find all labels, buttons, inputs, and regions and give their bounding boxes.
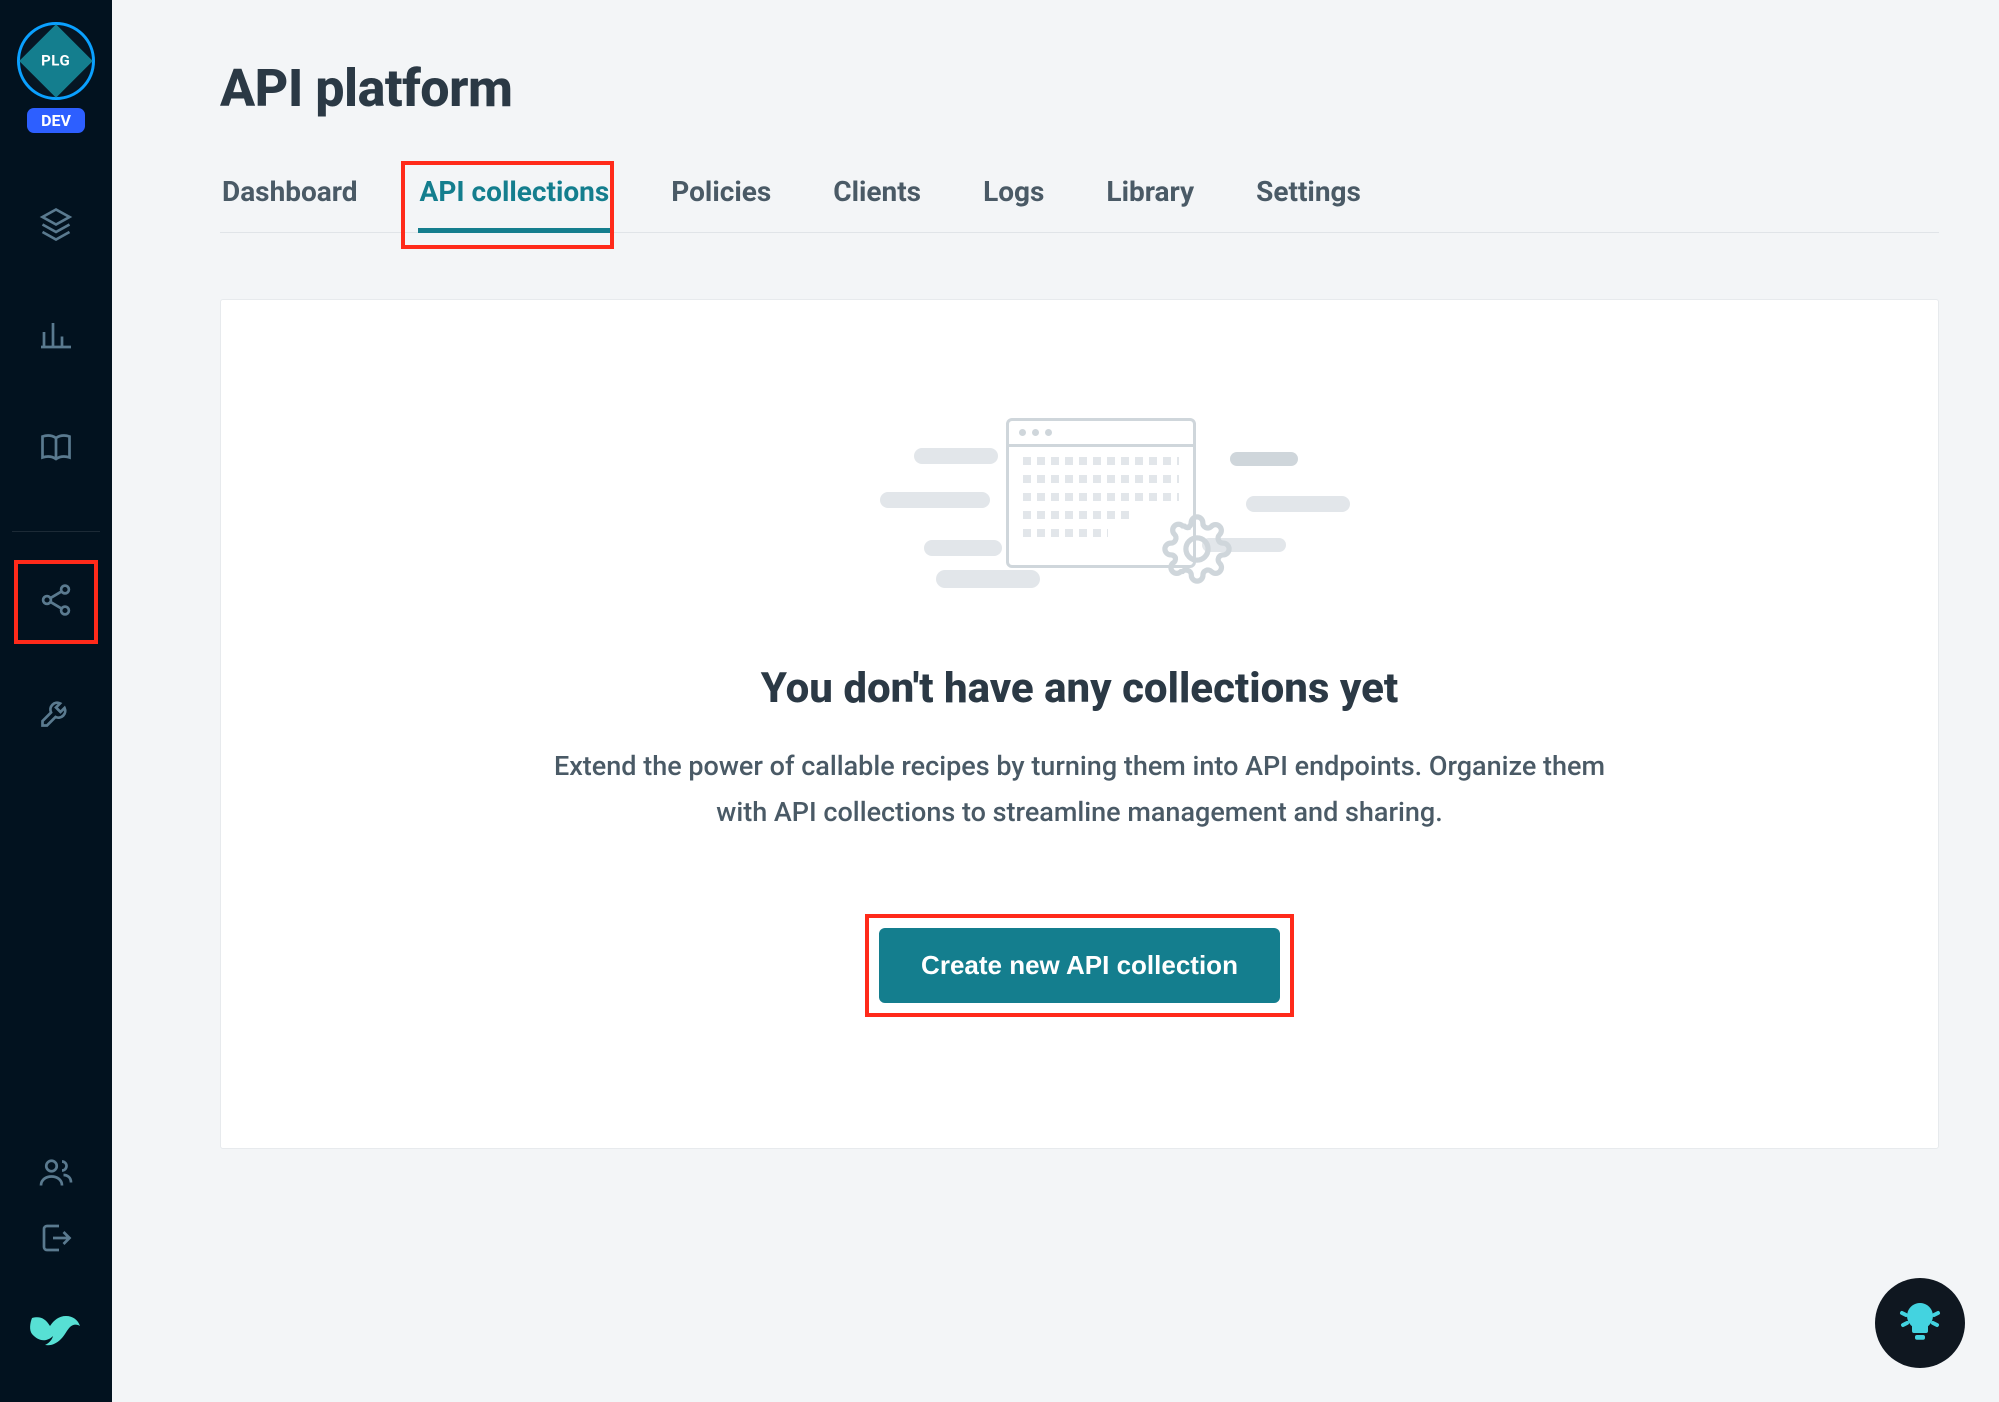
tab-clients[interactable]: Clients [831, 175, 923, 233]
bar-chart-icon [38, 317, 74, 357]
tab-logs[interactable]: Logs [981, 175, 1046, 233]
sidebar-item-team[interactable] [14, 1154, 98, 1194]
logout-icon [38, 1220, 74, 1260]
sidebar-item-tools[interactable] [14, 672, 98, 756]
main-content: API platform Dashboard API collections P… [112, 0, 1999, 1402]
sidebar-item-layers[interactable] [14, 183, 98, 267]
tab-policies[interactable]: Policies [669, 175, 773, 233]
env-badge: DEV [27, 108, 85, 133]
tab-dashboard[interactable]: Dashboard [220, 175, 360, 233]
users-icon [38, 1154, 74, 1194]
lightbulb-icon [1896, 1297, 1944, 1349]
gear-icon [1162, 514, 1232, 584]
sidebar-footer [0, 1154, 112, 1402]
tabs: Dashboard API collections Policies Clien… [220, 175, 1939, 233]
page-title: API platform [220, 58, 1939, 119]
tab-library[interactable]: Library [1104, 175, 1196, 233]
help-fab[interactable] [1875, 1278, 1965, 1368]
empty-state-illustration [890, 410, 1270, 586]
empty-state-heading: You don't have any collections yet [761, 664, 1398, 713]
create-api-collection-button[interactable]: Create new API collection [879, 928, 1280, 1003]
wrench-icon [38, 694, 74, 734]
workspace-abbr: PLG [41, 52, 70, 70]
tab-api-collections[interactable]: API collections [418, 175, 612, 233]
sidebar-item-library[interactable] [14, 407, 98, 491]
layers-icon [38, 205, 74, 245]
sidebar-divider [12, 531, 100, 532]
sidebar-item-analytics[interactable] [14, 295, 98, 379]
tab-settings[interactable]: Settings [1254, 175, 1363, 233]
share-icon [38, 582, 74, 622]
sidebar: PLG DEV [0, 0, 112, 1402]
sidebar-item-logout[interactable] [14, 1220, 98, 1260]
empty-state-description: Extend the power of callable recipes by … [540, 743, 1620, 836]
brand-logo[interactable] [26, 1304, 86, 1364]
sidebar-nav [0, 183, 112, 756]
sidebar-item-api-platform[interactable] [14, 560, 98, 644]
book-open-icon [38, 429, 74, 469]
empty-state-card: You don't have any collections yet Exten… [220, 299, 1939, 1149]
workspace-logo[interactable]: PLG DEV [17, 22, 95, 133]
